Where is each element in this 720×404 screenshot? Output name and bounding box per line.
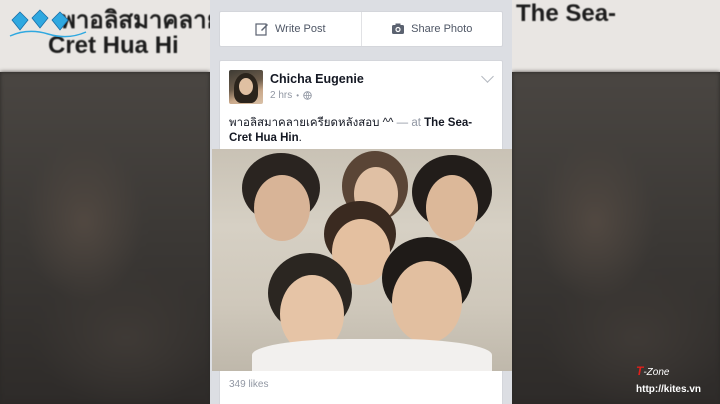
background-photo (512, 72, 720, 404)
tzone-rest: -Zone (643, 367, 670, 378)
post-author[interactable]: Chicha Eugenie (270, 72, 364, 86)
write-post-button[interactable]: Write Post (220, 12, 361, 46)
post-time[interactable]: 2 hrs (270, 90, 292, 101)
share-photo-label: Share Photo (411, 23, 473, 35)
background-left: พาอลิสมาคลาย Cret Hua Hi (0, 0, 210, 404)
write-post-label: Write Post (274, 23, 326, 35)
post-caption: พาอลิสมาคลายเครียดหลังสอบ ^^ — at The Se… (229, 116, 491, 146)
person-face (426, 175, 478, 241)
caption-text: พาอลิสมาคลายเครียดหลังสอบ ^^ (229, 117, 394, 129)
background-photo (0, 72, 210, 404)
post-photo[interactable] (212, 149, 512, 371)
kites-logo (9, 9, 87, 38)
watermark-url: http://kites.vn (636, 384, 702, 395)
likes-count[interactable]: 349 likes (229, 379, 268, 390)
person-face (392, 261, 462, 343)
pencil-square-icon (255, 23, 268, 36)
share-photo-button[interactable]: Share Photo (360, 12, 503, 46)
background-heading: The Sea- (516, 0, 617, 27)
background-right: The Sea- (512, 0, 720, 404)
person-clothes (252, 339, 492, 371)
post-meta: 2 hrs • (270, 90, 312, 101)
tzone-watermark: T-Zone (636, 364, 669, 378)
camera-icon (392, 23, 405, 34)
globe-icon (303, 91, 312, 100)
caption-end: . (298, 132, 302, 144)
phone-screen: Write Post Share Photo Chicha Eugenie 2 … (210, 0, 512, 404)
avatar[interactable] (229, 70, 263, 104)
composer-bar: Write Post Share Photo (219, 11, 503, 47)
chevron-down-icon[interactable] (481, 70, 494, 83)
person-face (254, 175, 310, 241)
caption-at: — at (393, 117, 425, 129)
news-feed-post: Chicha Eugenie 2 hrs • พาอลิสมาคลายเครีย… (212, 60, 512, 404)
